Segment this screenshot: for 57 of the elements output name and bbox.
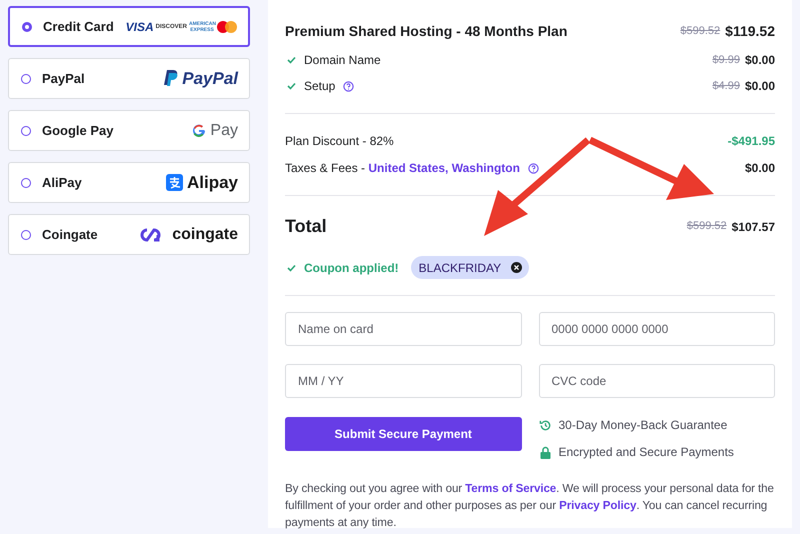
payment-method-option[interactable]: Coingate coingate: [8, 214, 250, 255]
assurance-text: 30-Day Money-Back Guarantee: [558, 417, 728, 434]
radio-button[interactable]: [21, 126, 31, 136]
help-icon[interactable]: [528, 162, 539, 174]
discount-label: Plan Discount - 82%: [285, 133, 394, 150]
payment-method-label: AliPay: [42, 174, 82, 192]
visa-logo: VISA: [126, 20, 154, 32]
payment-method-option[interactable]: PayPal PayPal: [8, 58, 250, 99]
original-price: $9.99: [712, 52, 740, 68]
price: $0.00: [744, 78, 775, 95]
help-icon[interactable]: [343, 80, 354, 92]
input-field[interactable]: MM / YY: [285, 364, 522, 398]
lock-icon: [540, 446, 551, 458]
region-link[interactable]: United States, Washington: [368, 159, 520, 177]
input-field[interactable]: CVC code: [538, 364, 775, 398]
payment-method-label: Google Pay: [42, 122, 114, 140]
check-icon: [287, 82, 296, 90]
alipay-logo: Alipay: [166, 174, 238, 191]
input-field[interactable]: Name on card: [285, 312, 522, 346]
item-name: Setup: [304, 78, 336, 95]
terms-paragraph: By checking out you agree with our Terms of Service. We will process your personal data for the fulfillment of your order and other purposes as per our Privacy Policy. You can cancel recurring payments at any time.: [285, 481, 775, 531]
assurance-text: Encrypted and Secure Payments: [558, 444, 734, 461]
coingate-logo: coingate: [136, 226, 238, 242]
total-price: $107.57: [732, 218, 775, 236]
price: $119.52: [725, 22, 775, 41]
radio-button[interactable]: [22, 22, 32, 32]
paypal-logo: PayPal: [164, 70, 238, 87]
payment-method-option[interactable]: Google Pay Pay: [8, 110, 250, 151]
original-price: $4.99: [712, 78, 740, 94]
radio-button[interactable]: [21, 74, 31, 84]
coupon-status: Coupon applied!: [304, 260, 399, 276]
remove-icon[interactable]: [511, 262, 522, 273]
plan-name: Premium Shared Hosting - 48 Months Plan: [285, 22, 568, 41]
submit-button[interactable]: Submit Secure Payment: [285, 417, 522, 451]
history-icon: [539, 418, 552, 432]
radio-button[interactable]: [21, 230, 31, 240]
coupon-tag: BLACKFRIDAY: [410, 256, 530, 279]
payment-method-label: Coingate: [42, 226, 98, 244]
price: $0.00: [744, 52, 775, 69]
discount-amount: -$491.95: [728, 133, 775, 150]
google-pay-logo: Pay: [192, 122, 238, 138]
item-name: Domain Name: [304, 52, 381, 69]
mastercard-icon: [217, 20, 237, 32]
total-label: Total: [285, 215, 327, 238]
payment-method-option[interactable]: AliPay Alipay: [8, 162, 250, 203]
radio-button[interactable]: [21, 178, 31, 188]
input-field[interactable]: 0000 0000 0000 0000: [538, 312, 775, 346]
terms-link[interactable]: Terms of Service: [465, 482, 556, 495]
taxes-label: Taxes & Fees -: [285, 160, 366, 177]
payment-method-label: Credit Card: [43, 18, 114, 36]
original-price: $599.52: [680, 24, 720, 40]
payment-method-label: PayPal: [42, 70, 85, 88]
check-icon: [287, 56, 296, 64]
check-icon: [287, 264, 296, 272]
original-price: $599.52: [686, 219, 727, 234]
taxes-amount: $0.00: [744, 160, 775, 177]
terms-link[interactable]: Privacy Policy: [559, 499, 636, 512]
